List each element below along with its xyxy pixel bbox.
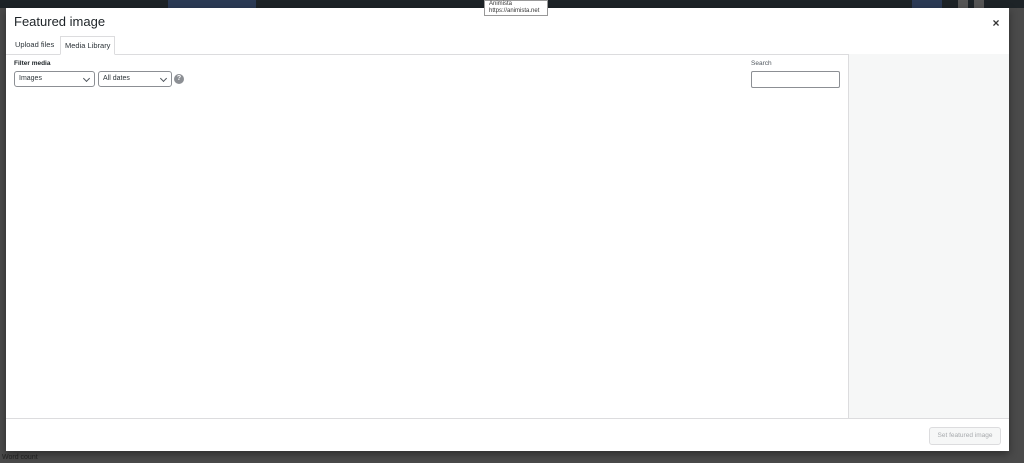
set-featured-image-button[interactable]: Set featured image — [929, 427, 1001, 445]
modal-title: Featured image — [14, 14, 106, 29]
modal-toolbar: Set featured image — [6, 418, 1009, 451]
tooltip-url: https://animista.net — [489, 8, 540, 14]
background-publish-block — [912, 0, 942, 8]
close-icon[interactable]: × — [989, 16, 1003, 30]
link-tooltip: Animista https://animista.net — [484, 0, 548, 16]
help-icon[interactable]: ? — [174, 74, 184, 84]
filter-media-label: Filter media — [14, 60, 51, 67]
tab-media-library[interactable]: Media Library — [60, 36, 116, 55]
stats-icon — [974, 0, 984, 8]
tooltip-title: Animista — [489, 1, 513, 7]
media-type-select[interactable]: Images — [14, 71, 95, 87]
background-status-text: Word count — [2, 454, 38, 461]
background-toolbar-block — [168, 0, 256, 8]
modal-tabs: Upload files Media Library — [6, 36, 848, 55]
media-type-value: Images — [19, 75, 42, 82]
chevron-down-icon — [82, 74, 91, 83]
attachment-details-sidebar — [848, 54, 1009, 419]
media-date-value: All dates — [103, 75, 130, 82]
search-label: Search — [751, 60, 772, 67]
chevron-down-icon — [159, 74, 168, 83]
media-date-select[interactable]: All dates — [98, 71, 172, 87]
search-input[interactable] — [751, 71, 840, 88]
settings-icon — [958, 0, 968, 8]
tab-upload-files[interactable]: Upload files — [11, 36, 58, 54]
featured-image-modal: Featured image × Upload files Media Libr… — [6, 8, 1009, 451]
